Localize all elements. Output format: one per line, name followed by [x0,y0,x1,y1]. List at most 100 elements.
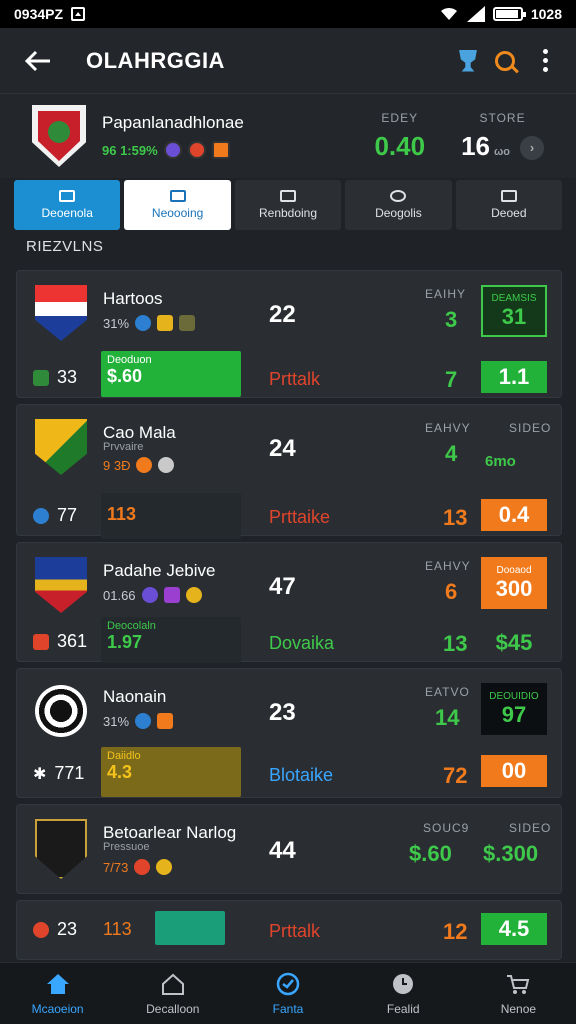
trophy-icon[interactable] [459,49,477,72]
odds-box[interactable]: Dooaod 300 [481,557,547,609]
odds-box-label: DEAMSIS [491,292,537,304]
chip-value: 1.97 [107,632,143,652]
tab-deogolis[interactable]: Deogolis [345,180,452,230]
chip-value: $.60 [107,366,143,386]
match-card[interactable]: Betoarlear Narlog Pressuoe 7/73 44 SOUC9… [16,804,562,894]
team-name: Naonain [103,687,167,706]
teal-chip[interactable] [155,911,225,945]
odds-button[interactable]: 0.4 [481,499,547,531]
odds-button[interactable]: 00 [481,755,547,787]
nav-label: Fealid [386,1001,420,1016]
time-icon [393,973,414,994]
market-label: Prttalk [269,921,321,941]
chip-value: 4.3 [107,762,133,782]
stake-chip[interactable]: Daiidlo 4.3 [101,747,241,797]
market-label: Dovaika [269,633,335,653]
odds-button[interactable]: 4.5 [481,913,547,945]
column-value: 4 [445,441,458,466]
nav-calendar[interactable]: Decalloon [115,963,230,1024]
odds-box[interactable]: DEOUIDIO 97 [481,683,547,735]
league-sub-text: 96 1:59% [102,142,158,158]
badge-icon [163,141,182,159]
score: 24 [269,435,296,462]
search-icon[interactable] [495,50,515,71]
badge-icon [158,457,175,473]
market-label: Prttalk [269,369,321,389]
stake-chip[interactable]: Deoduon $.60 [101,351,241,397]
team-sub: 31% [103,315,196,331]
team-name: Padahe Jebive [103,561,216,580]
badge-icon [179,315,196,331]
badge-icon [163,587,180,603]
badge-icon [33,921,49,938]
odds-button[interactable]: $45 [481,627,547,659]
battery-icon [492,7,526,21]
chip-value: 113 [103,919,132,939]
tab-label: Deogolis [375,206,422,220]
odds-box-value: 97 [501,701,527,727]
nav-label: Fanta [272,1001,304,1016]
column-value: 14 [435,705,460,730]
match-card[interactable]: Cao Mala Prvvaire 9 3Ð 24 EAHVY 4 SIDEO … [16,404,562,539]
score: 44 [269,837,296,864]
tab-label: Renbdoing [258,206,318,220]
badge-icon [156,859,173,875]
briefcase-icon [59,190,76,202]
team-crest-icon [35,285,87,341]
match-card[interactable]: Hartoos 31% 22 EAIHY 3 DEAMSIS 31 33 Deo… [16,270,562,398]
market-label: Prttaike [269,507,331,527]
team-sub-top: Pressuoe [103,841,150,853]
bottom-stat: 77 [33,505,77,526]
arrow-left-icon [24,50,50,71]
team-sub: 31% [103,713,174,729]
column-label: EAIHY [425,287,467,301]
team-sub-top: Prvvaire [103,441,144,453]
right-value: 7 [445,367,458,392]
bottom-stat-value: 771 [54,763,85,783]
team-icon [280,190,297,202]
nav-field[interactable]: Fealid [346,963,461,1024]
stake-chip[interactable]: Deocolaln 1.97 [101,617,241,663]
shield-icon [33,633,49,650]
column-label: SOUC9 [423,821,470,835]
nav-home[interactable]: Mcaoeion [0,963,115,1024]
match-card[interactable]: Naonain 31% 23 EATVO 14 DEOUIDIO 97 ✱ 77… [16,668,562,798]
nav-more[interactable]: Nenoe [461,963,576,1024]
bottom-stat: 23 [33,919,77,940]
market-label: Blotaike [269,765,334,785]
team-sub-text: 31% [103,315,130,331]
odds-box-value: 300 [495,575,533,601]
team-sub-text: 01.66 [103,587,136,603]
chip-value: 113 [107,504,137,524]
tab-neoooing[interactable]: Neoooing [124,180,231,230]
chevron-right-icon[interactable]: › [520,135,544,160]
status-time-left: 0934PZ [14,6,64,22]
odds-box[interactable]: DEAMSIS 31 [481,285,547,337]
match-card[interactable]: Padahe Jebive 01.66 47 EAHVY 6 Dooaod 30… [16,542,562,663]
clock-icon [276,972,300,995]
team-sub-text: 7/73 [103,859,129,875]
nav-label: Nenoe [500,1001,537,1016]
column-label: EAHVY [425,559,471,573]
stake-chip[interactable]: 113 [101,493,241,539]
column-value: 6 [445,579,458,604]
nav-fanta[interactable]: Fanta [230,963,345,1024]
league-sub: 96 1:59% [102,141,244,159]
team-name: Betoarlear Narlog [103,823,237,842]
tab-deoed[interactable]: Deoed [455,180,563,230]
chip-label: Deocolaln [107,620,156,632]
league-stat-store: STORE 16 ωo › [461,111,544,162]
more-menu-icon[interactable] [533,45,558,76]
player-avatar [35,819,87,879]
odds-button[interactable]: 1.1 [481,361,547,393]
tab-renbdoing[interactable]: Renbdoing [234,180,342,230]
match-card[interactable]: 23 113 Prttalk 12 4.5 [16,900,562,960]
tab-label: Deoenola [41,206,93,220]
back-button[interactable] [18,41,58,81]
score: 23 [269,699,296,726]
badge-icon [157,315,174,331]
bench-icon [169,190,186,202]
tab-deoenola[interactable]: Deoenola [14,180,121,230]
bottom-stat-value: 23 [57,919,78,939]
stat-value: 16 [461,130,490,161]
